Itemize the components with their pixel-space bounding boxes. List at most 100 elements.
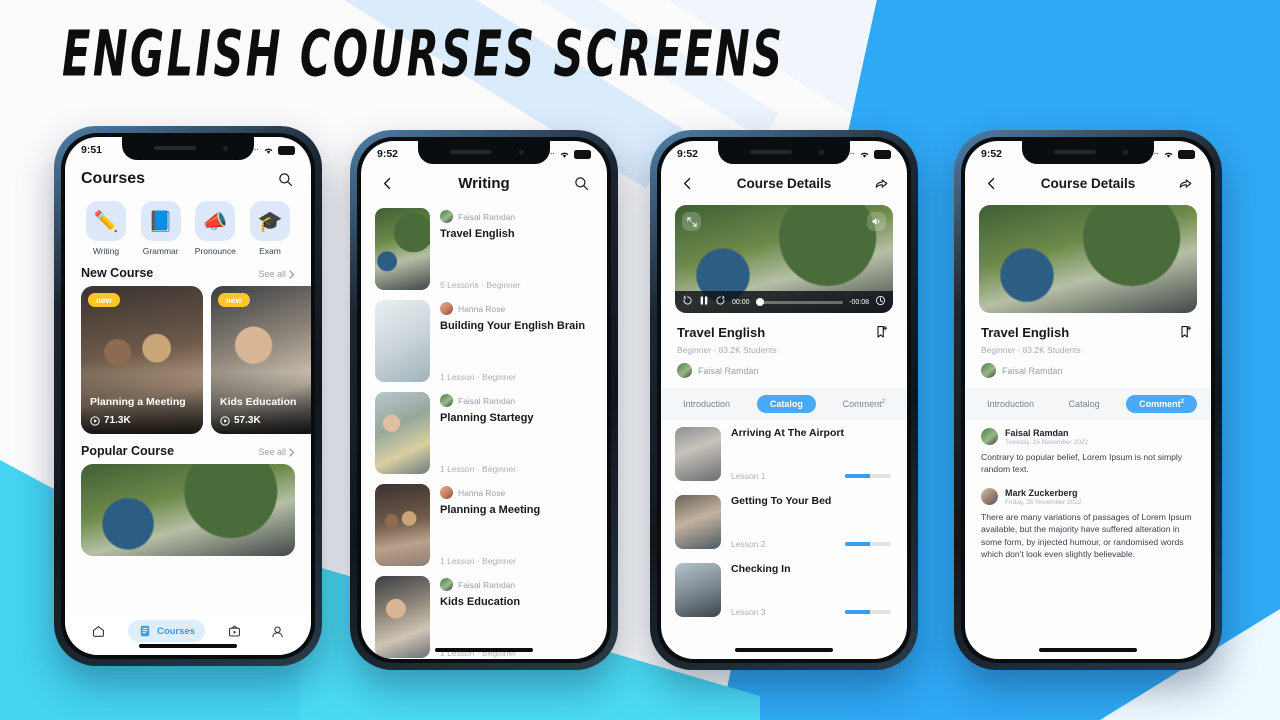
tab-label: Courses (156, 625, 195, 637)
phone-bezel: 9:52 ▪▪▪▪ Course Details (961, 137, 1215, 663)
category-pronounce[interactable]: 📣 Pronounce (188, 201, 242, 256)
course-hero-image[interactable] (979, 205, 1197, 313)
pause-icon[interactable] (699, 293, 709, 311)
course-meta: 5 Lessons · Beginner (440, 280, 521, 290)
course-card-title: Kids Education (220, 396, 297, 408)
category-grammar[interactable]: 📘 Grammar (134, 201, 188, 256)
search-icon[interactable] (275, 169, 295, 189)
phone-bezel: 9:51 ▪▪▪▪ Courses ✏️ Writing 📘 Grammar 📣… (61, 133, 315, 659)
course-card-views: 71.3K (90, 415, 131, 426)
author-name: Hanna Rose (458, 487, 506, 498)
tab-catalog[interactable]: Catalog (756, 395, 816, 413)
tab-catalog[interactable]: Catalog (1061, 395, 1108, 413)
category-exam[interactable]: 🎓 Exam (243, 201, 297, 256)
back-button[interactable] (981, 173, 1001, 193)
battery-icon (278, 145, 295, 155)
lesson-thumbnail (675, 495, 721, 549)
back-button[interactable] (677, 173, 697, 193)
list-item[interactable]: Faisal Ramdan Kids Education 1 Lesson · … (361, 571, 607, 659)
bottom-tab-bar: Courses (65, 615, 311, 655)
battery-icon (574, 149, 591, 159)
lesson-title: Checking In (731, 563, 791, 575)
tab-home[interactable] (85, 620, 112, 643)
course-thumbnail (375, 484, 430, 566)
rewind-15-icon[interactable] (682, 293, 693, 311)
megaphone-icon: 📣 (195, 201, 236, 241)
expand-icon[interactable] (682, 212, 701, 231)
avatar (440, 302, 453, 315)
list-item[interactable]: Hanna Rose Building Your English Brain 1… (361, 295, 607, 387)
avatar (440, 486, 453, 499)
comment-count: 2 (881, 399, 885, 405)
airplay-icon[interactable] (875, 293, 886, 311)
forward-15-icon[interactable] (715, 293, 726, 311)
list-item[interactable]: Faisal Ramdan Planning Startegy 1 Lesson… (361, 387, 607, 479)
author-name: Hanna Rose (458, 303, 506, 314)
author-row: Faisal Ramdan (440, 394, 591, 407)
details-tabs: Introduction Catalog Comment2 (965, 388, 1211, 420)
video-player[interactable]: 00:00 -00:08 (675, 205, 893, 313)
course-title-row: Travel English (965, 313, 1211, 342)
category-writing[interactable]: ✏️ Writing (79, 201, 133, 256)
course-author-row: Faisal Ramdan (965, 355, 1211, 388)
bookmark-add-icon[interactable] (871, 322, 891, 342)
avatar (677, 363, 692, 378)
section-title: New Course (81, 266, 154, 280)
search-icon[interactable] (571, 173, 591, 193)
tab-introduction[interactable]: Introduction (979, 395, 1042, 413)
bookmark-add-icon[interactable] (1175, 322, 1195, 342)
tab-comment[interactable]: Comment2 (1126, 395, 1197, 413)
avatar (981, 363, 996, 378)
course-card-title: Planning a Meeting (90, 396, 186, 408)
author-name: Faisal Ramdan (698, 365, 759, 376)
course-title: Kids Education (440, 596, 521, 608)
document-icon (140, 625, 150, 637)
comment-body: There are many variations of passages of… (981, 511, 1192, 560)
course-card[interactable]: new Kids Education 57.3K (211, 286, 311, 434)
video-progress-handle[interactable] (755, 297, 765, 306)
tab-video[interactable] (221, 620, 248, 643)
chevron-left-icon (987, 177, 994, 189)
lesson-row[interactable]: Checking In Lesson 3 (661, 556, 907, 624)
comment-date: Friday, 25 November 2022 (1005, 498, 1082, 506)
list-item[interactable]: Hanna Rose Planning a Meeting 1 Lesson ·… (361, 479, 607, 571)
category-label: Exam (259, 246, 281, 256)
lesson-thumbnail (675, 563, 721, 617)
course-title: Travel English (440, 228, 515, 240)
details-tabs: Introduction Catalog Comment2 (661, 388, 907, 420)
tab-courses[interactable]: Courses (127, 620, 205, 642)
share-icon[interactable] (1175, 173, 1195, 193)
see-all-link[interactable]: See all (258, 447, 295, 457)
list-item[interactable]: Faisal Ramdan Travel English 5 Lessons ·… (361, 203, 607, 295)
course-meta: 1 Lesson · Beginner (440, 464, 517, 474)
tab-profile[interactable] (264, 620, 291, 643)
author-row: Hanna Rose (440, 302, 591, 315)
tab-comment[interactable]: Comment2 (835, 395, 893, 413)
screen-courses: 9:51 ▪▪▪▪ Courses ✏️ Writing 📘 Grammar 📣… (65, 137, 311, 655)
screen-course-details-comment: 9:52 ▪▪▪▪ Course Details Travel English … (965, 141, 1211, 659)
avatar (981, 428, 998, 445)
phone-bezel: 9:52 ▪▪▪▪ Course Details (657, 137, 911, 663)
video-progress-bar[interactable] (755, 297, 844, 306)
course-title-row: Travel English (661, 313, 907, 342)
lesson-row[interactable]: Getting To Your Bed Lesson 2 (661, 488, 907, 556)
section-title: Popular Course (81, 444, 175, 458)
author-name: Faisal Ramdan (1002, 365, 1063, 376)
share-icon[interactable] (871, 173, 891, 193)
tab-introduction[interactable]: Introduction (675, 395, 738, 413)
course-title: Travel English (677, 324, 766, 340)
new-course-cards: new Planning a Meeting 71.3K new Kids Ed… (65, 286, 311, 434)
back-button[interactable] (377, 173, 397, 193)
status-time: 9:52 (981, 148, 1003, 160)
lesson-row[interactable]: Arriving At The Airport Lesson 1 (661, 420, 907, 488)
course-card[interactable]: new Planning a Meeting 71.3K (81, 286, 203, 434)
popular-course-card[interactable] (81, 464, 295, 556)
course-title: Building Your English Brain (440, 320, 586, 332)
lesson-progress-bar (845, 542, 891, 546)
chevron-right-icon (289, 269, 295, 279)
section-header-popular-course: Popular Course See all (65, 434, 311, 464)
volume-icon[interactable] (867, 212, 886, 231)
category-row: ✏️ Writing 📘 Grammar 📣 Pronounce 🎓 Exam (65, 197, 311, 256)
see-all-link[interactable]: See all (258, 269, 295, 279)
page-title: Course Details (736, 175, 832, 191)
